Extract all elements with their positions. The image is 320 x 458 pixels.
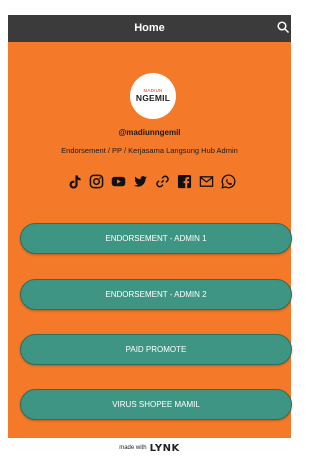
instagram-icon[interactable] (88, 173, 104, 189)
link-icon[interactable] (154, 173, 170, 189)
footer: made with LYNK (8, 438, 291, 458)
search-icon[interactable] (277, 21, 289, 33)
link-button-endorsement-admin-2[interactable]: ENDORSEMENT - ADMIN 2 (20, 279, 292, 310)
link-button-endorsement-admin-1[interactable]: ENDORSEMENT - ADMIN 1 (20, 223, 292, 254)
profile-logo: MADIUN NGEMIL (130, 73, 176, 119)
email-icon[interactable] (198, 173, 214, 189)
whatsapp-icon[interactable] (220, 173, 236, 189)
top-bar: Home (8, 15, 291, 42)
page-title: Home (134, 22, 165, 34)
facebook-icon[interactable] (176, 173, 192, 189)
lynk-logo[interactable]: LYNK (150, 443, 180, 454)
profile-page: MADIUN NGEMIL @madiunngemil Endorsement … (8, 42, 292, 438)
profile-handle: @madiunngemil (118, 128, 181, 137)
link-button-virus-shopee-mamil[interactable]: VIRUS SHOPEE MAMIL (20, 389, 292, 420)
link-button-paid-promote[interactable]: PAID PROMOTE (20, 334, 292, 365)
tiktok-icon[interactable] (66, 173, 82, 189)
twitter-icon[interactable] (132, 173, 148, 189)
social-links (66, 172, 236, 190)
profile-bio: Endorsement / PP / Kerjasama Langsung Hu… (61, 146, 238, 155)
logo-text: NGEMIL (135, 92, 171, 103)
youtube-icon[interactable] (110, 173, 126, 189)
footer-text: made with (119, 445, 147, 451)
